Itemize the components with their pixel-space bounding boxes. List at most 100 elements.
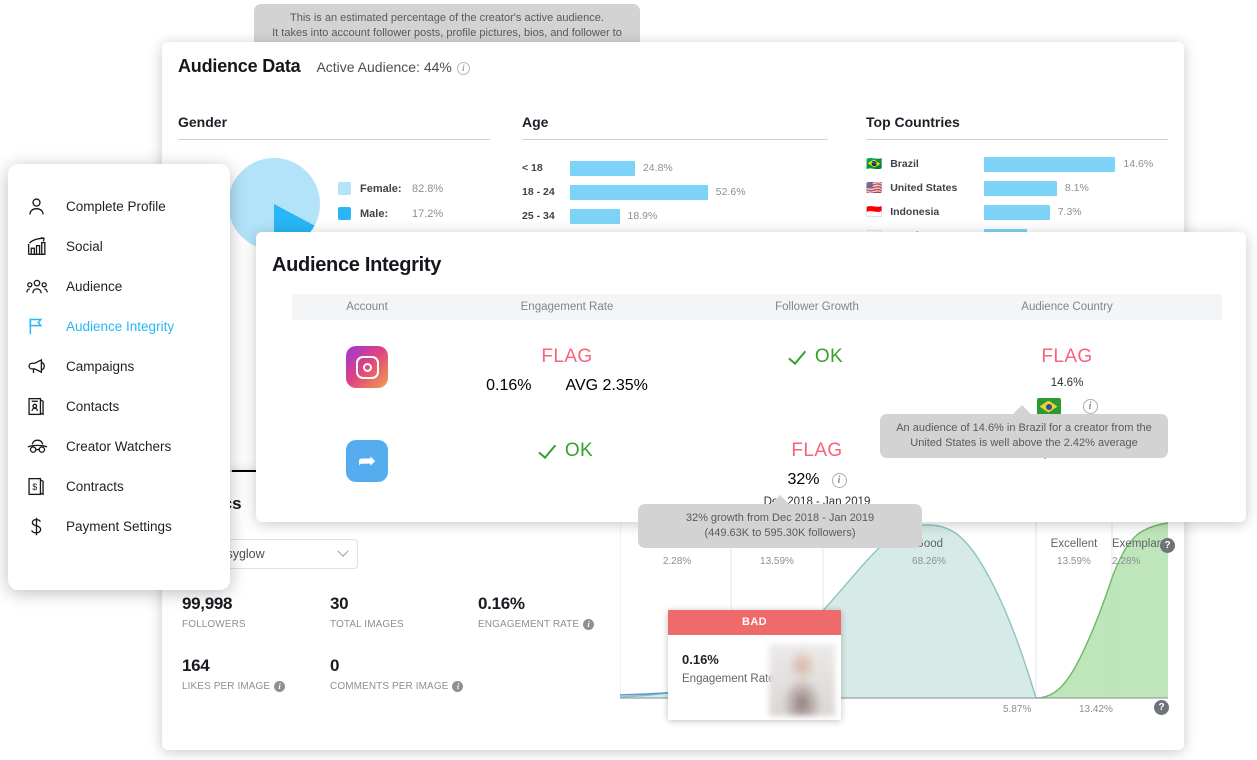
growth-info-icon[interactable]: i xyxy=(831,472,847,488)
legend-item-male: Male: 17.2% xyxy=(338,207,443,220)
engagement-verdict-text: OK xyxy=(564,440,594,461)
country-bar-value: 14.6% xyxy=(1123,158,1154,170)
age-title: Age xyxy=(522,114,828,140)
age-bar-row: < 18 24.8% xyxy=(522,156,828,180)
sidebar-item-label: Audience Integrity xyxy=(66,318,175,334)
tooltip-line-1: This is an estimated percentage of the c… xyxy=(290,12,604,24)
tooltip-arrow xyxy=(1013,405,1031,414)
stat-row: 164 LIKES PER IMAGE i 0 COMMENTS PER IMAGE i xyxy=(182,656,642,692)
sidebar-item-contracts[interactable]: $ Contracts xyxy=(8,466,230,506)
engagement-cell: OK xyxy=(442,439,692,462)
country-flag-row: i xyxy=(942,398,1192,415)
creator-thumbnail xyxy=(769,644,835,716)
age-bar-row: 18 - 24 52.6% xyxy=(522,180,828,204)
legend-swatch-male xyxy=(338,207,351,220)
country-bar-track: 7.3% xyxy=(984,204,1082,220)
age-bar-fill xyxy=(570,208,620,224)
stat-item: 0.16% ENGAGEMENT RATE i xyxy=(478,594,626,630)
sidebar-item-contacts[interactable]: Contacts xyxy=(8,386,230,426)
country-bar-fill xyxy=(984,156,1116,172)
age-bar-fill xyxy=(570,184,708,200)
flag-icon xyxy=(26,313,56,339)
engagement-average: AVG 2.35% xyxy=(565,377,648,394)
info-icon[interactable]: i xyxy=(452,681,464,692)
audience-integrity-card: Audience Integrity Account Engagement Ra… xyxy=(256,232,1246,522)
country-bar-row: 🇮🇩 Indonesia 7.3% xyxy=(866,200,1168,224)
megaphone-icon xyxy=(26,353,56,379)
country-bar-fill xyxy=(984,204,1050,220)
info-icon[interactable]: i xyxy=(583,619,595,630)
contract-icon: $ xyxy=(26,473,56,499)
stat-row: 99,998 FOLLOWERS 30 TOTAL IMAGES 0.16% ENGAGE… xyxy=(182,594,642,630)
country-flag-icon: 🇧🇷 xyxy=(866,156,883,172)
sidebar-item-label: Social xyxy=(66,238,103,254)
sidebar-item-label: Campaigns xyxy=(66,358,135,374)
active-audience-stat: Active Audience: 44% i xyxy=(316,59,470,75)
age-bar-value: 18.9% xyxy=(627,210,658,222)
sidebar-item-label: Contracts xyxy=(66,478,124,494)
bar-chart-icon xyxy=(26,233,56,259)
sidebar-item-audience[interactable]: Audience xyxy=(8,266,230,306)
instagram-icon[interactable] xyxy=(346,346,388,388)
info-icon[interactable]: i xyxy=(274,681,286,692)
legend-item-female: Female: 82.8% xyxy=(338,182,443,195)
popover-band-badge: BAD xyxy=(668,610,841,635)
country-bar-row: 🇺🇸 United States 8.1% xyxy=(866,176,1168,200)
account-cell[interactable] xyxy=(292,346,442,388)
help-icon-bottom[interactable]: ? xyxy=(1154,700,1169,715)
age-bar-label: 18 - 24 xyxy=(522,186,555,198)
help-icon-top[interactable]: ? xyxy=(1160,538,1175,553)
active-audience-value: Active Audience: 44% xyxy=(316,59,452,75)
age-bar-label: < 18 xyxy=(522,162,543,174)
column-header-follower-growth: Follower Growth xyxy=(775,301,859,313)
legend-swatch-female xyxy=(338,182,351,195)
user-icon xyxy=(26,193,56,219)
xtick-4: 13.42% xyxy=(1079,704,1113,715)
sidebar-menu-list: Complete Profile Social Audience Audience I… xyxy=(8,186,230,546)
sidebar-flyout-menu: Complete Profile Social Audience Audience I… xyxy=(8,164,230,590)
country-cell: FLAG 14.6% i xyxy=(942,346,1192,415)
column-header-audience-country: Audience Country xyxy=(1021,301,1113,313)
tooltip-line-2: (449.63K to 595.30K followers) xyxy=(704,527,856,539)
band-good-pct: 68.26% xyxy=(912,556,946,567)
stat-value: 99,998 xyxy=(182,594,233,613)
engagement-verdict: FLAG xyxy=(541,346,593,367)
band-excellent-pct: 13.59% xyxy=(1057,556,1091,567)
country-info-icon[interactable]: i xyxy=(1082,399,1098,414)
stat-label: LIKES PER IMAGE i xyxy=(182,681,330,692)
audience-integrity-title: Audience Integrity xyxy=(272,254,442,276)
audience-country-tooltip: An audience of 14.6% in Brazil for a cre… xyxy=(880,405,1168,458)
sidebar-item-social[interactable]: Social xyxy=(8,226,230,266)
legend-value-female: 82.8% xyxy=(412,182,444,195)
legend-value-male: 17.2% xyxy=(412,207,444,220)
stat-item: 30 TOTAL IMAGES xyxy=(330,594,478,630)
contact-card-icon xyxy=(26,393,56,419)
age-bar-track: 18.9% xyxy=(570,208,658,224)
stat-label: TOTAL IMAGES xyxy=(330,619,404,630)
sidebar-item-creator-watchers[interactable]: Creator Watchers xyxy=(8,426,230,466)
stat-value: 0 xyxy=(330,656,340,675)
growth-verdict: OK xyxy=(692,345,942,368)
account-cell[interactable]: ➦ xyxy=(292,440,442,482)
band-exemplary: Exemplary 2.28% xyxy=(1112,538,1190,567)
sidebar-item-campaigns[interactable]: Campaigns xyxy=(8,346,230,386)
legend-label-female: Female: xyxy=(360,182,402,195)
sidebar-item-audience-integrity[interactable]: Audience Integrity xyxy=(8,306,230,346)
stat-item: 164 LIKES PER IMAGE i xyxy=(182,656,330,692)
audience-data-header: Audience Data Active Audience: 44% i xyxy=(162,42,1184,77)
top-countries-section: Top Countries 🇧🇷 Brazil 14.6% 🇺🇸 United Stat… xyxy=(866,114,1168,248)
band-bad-pct: 2.28% xyxy=(662,556,692,567)
brazil-flag-icon xyxy=(1036,398,1061,415)
country-label: Brazil xyxy=(890,158,919,170)
sidebar-item-complete-profile[interactable]: Complete Profile xyxy=(8,186,230,226)
sidebar-item-payment-settings[interactable]: Payment Settings xyxy=(8,506,230,546)
engagement-cell: FLAG 0.16% AVG 2.35% xyxy=(442,346,692,395)
twitter-icon[interactable]: ➦ xyxy=(346,440,388,482)
stat-value: 164 xyxy=(182,656,210,675)
dollar-icon xyxy=(26,513,56,539)
info-icon[interactable]: i xyxy=(456,62,470,75)
age-bar-row: 25 - 34 18.9% xyxy=(522,204,828,228)
band-excellent-name: Excellent xyxy=(1050,538,1098,550)
country-flag-icon: 🇮🇩 xyxy=(866,204,883,220)
country-bar-track: 8.1% xyxy=(984,180,1089,196)
